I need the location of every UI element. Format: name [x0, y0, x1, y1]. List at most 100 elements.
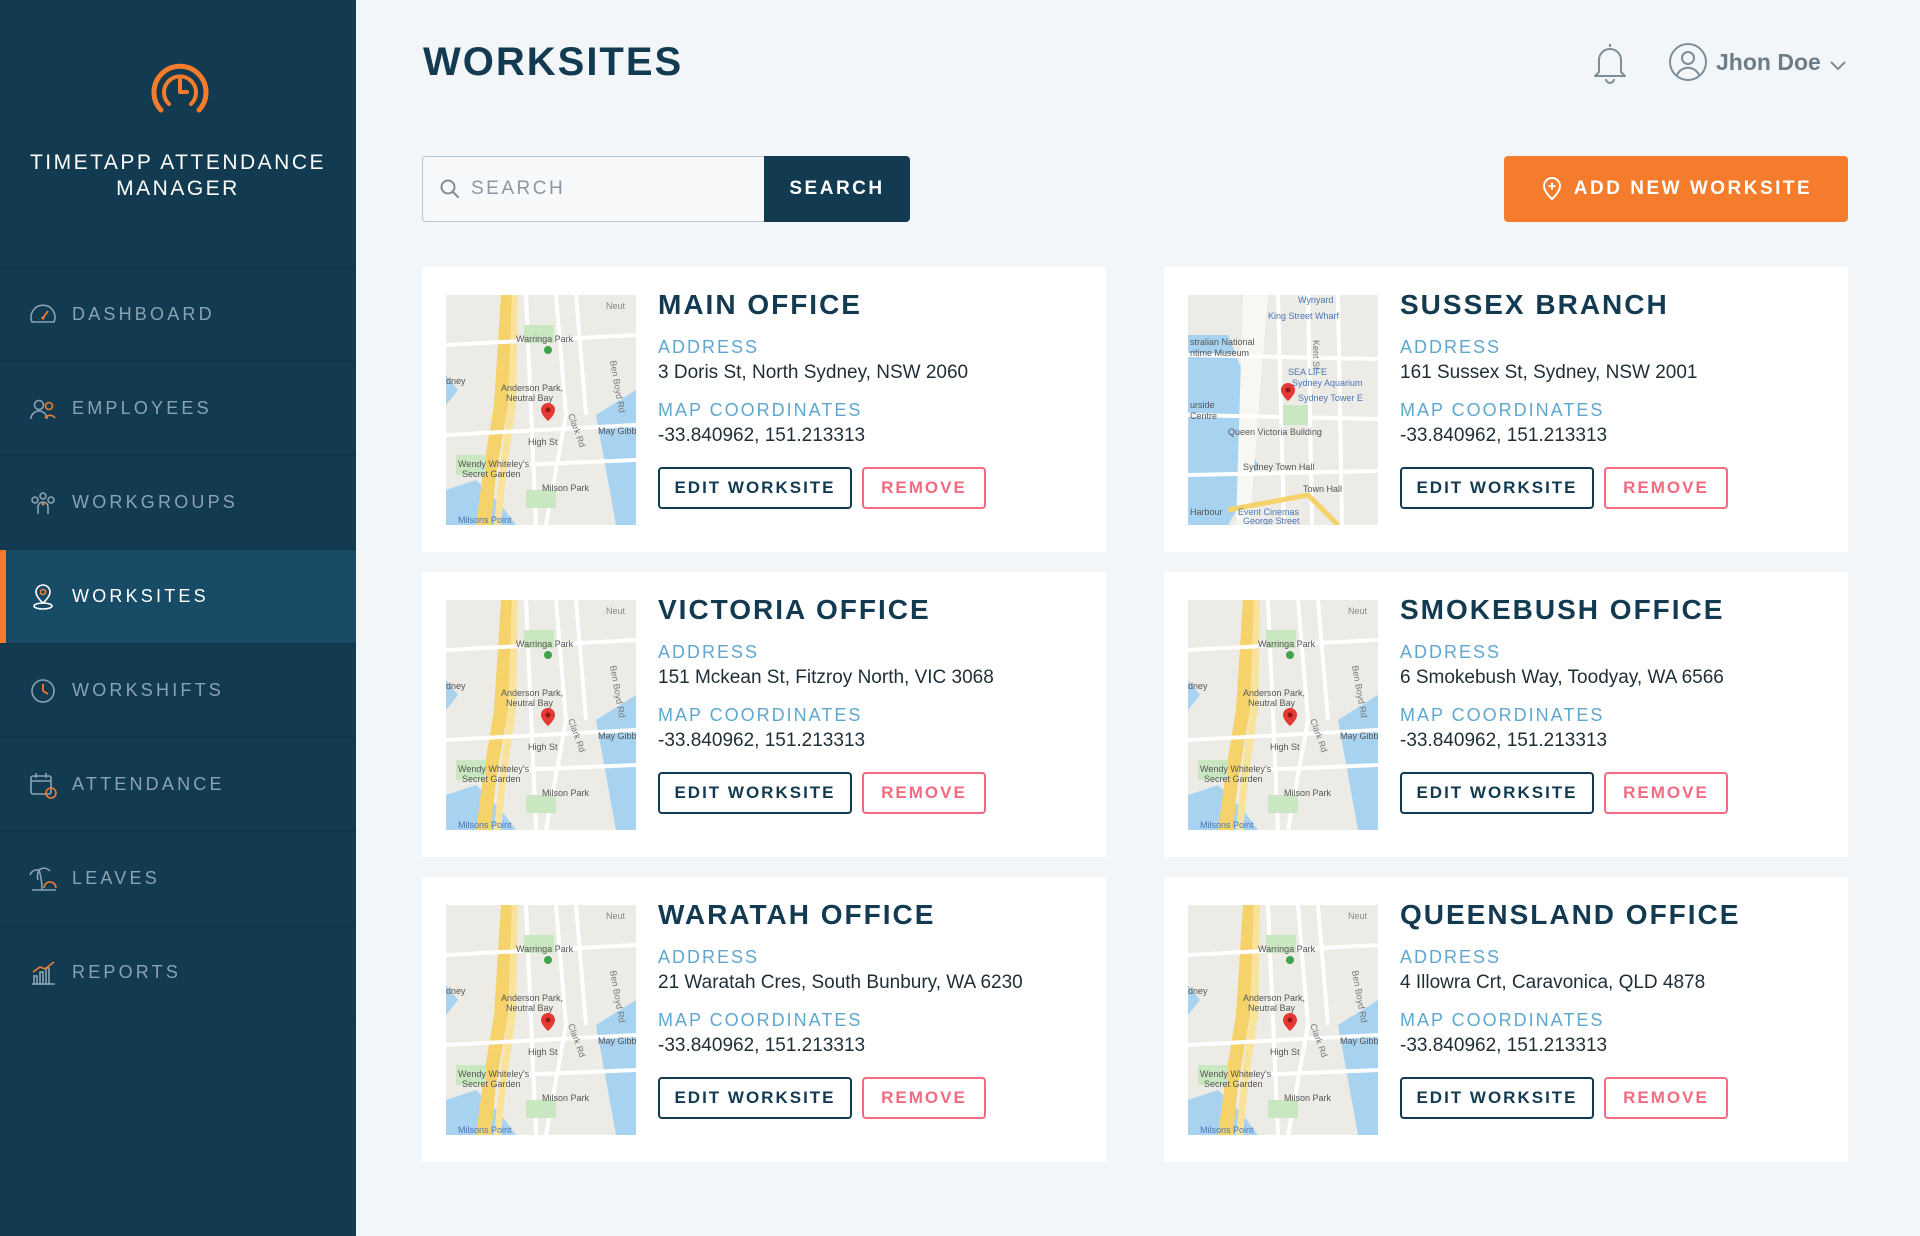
remove-worksite-button[interactable]: REMOVE — [862, 772, 986, 814]
map-label: Anderson Park, — [1243, 993, 1305, 1003]
edit-worksite-button[interactable]: EDIT WORKSITE — [658, 467, 852, 509]
attendance-icon — [28, 770, 58, 800]
sidebar-item-workshifts[interactable]: WORKSHIFTS — [0, 644, 356, 738]
sidebar-item-worksites[interactable]: WORKSITES — [0, 550, 356, 644]
address-value: 21 Waratah Cres, South Bunbury, WA 6230 — [658, 972, 1023, 993]
search-button[interactable]: SEARCH — [764, 156, 910, 222]
workgroups-icon — [28, 488, 58, 518]
worksite-details: SUSSEX BRANCH ADDRESS 161 Sussex St, Syd… — [1400, 289, 1728, 509]
sidebar: TIMETAPP ATTENDANCE MANAGER DASHBOARD EMP… — [0, 0, 356, 1236]
worksite-details: SMOKEBUSH OFFICE ADDRESS 6 Smokebush Way… — [1400, 594, 1728, 814]
edit-worksite-button[interactable]: EDIT WORKSITE — [1400, 1077, 1594, 1119]
map-label: May Gibb — [1340, 731, 1378, 741]
map-thumbnail[interactable]: Wynyard King Street Wharf stralian Natio… — [1188, 295, 1378, 525]
map-label: Neutral Bay — [1248, 1003, 1296, 1013]
sidebar-item-employees[interactable]: EMPLOYEES — [0, 362, 356, 456]
address-value: 151 Mckean St, Fitzroy North, VIC 3068 — [658, 667, 994, 688]
map-label: urside — [1190, 400, 1215, 410]
clock-logo-icon — [151, 63, 209, 113]
edit-worksite-button[interactable]: EDIT WORKSITE — [658, 772, 852, 814]
coordinates-value: -33.840962, 151.213313 — [658, 730, 866, 751]
map-thumbnail[interactable]: Neut Warringa Park Anderson Park, Neutra… — [1188, 600, 1378, 830]
map-thumbnail[interactable]: Neut Warringa Park Anderson Park, Neutra… — [1188, 905, 1378, 1135]
notification-bell-icon[interactable] — [1590, 40, 1630, 84]
map-label: Milson Park — [1284, 1093, 1332, 1103]
map-thumbnail[interactable]: Neut Warringa Park Anderson Park, Neutra… — [446, 295, 636, 525]
sidebar-item-label: ATTENDANCE — [72, 774, 225, 794]
map-label: Wendy Whiteley's — [1200, 764, 1272, 774]
map-label: Milsons Point — [458, 515, 512, 525]
edit-worksite-button[interactable]: EDIT WORKSITE — [1400, 467, 1594, 509]
map-label: Centre — [1190, 411, 1217, 421]
map-label: Secret Garden — [1204, 774, 1263, 784]
address-label: ADDRESS — [658, 947, 760, 967]
address-label: ADDRESS — [1400, 337, 1502, 357]
map-label: Kent St — [1311, 340, 1321, 370]
worksite-details: VICTORIA OFFICE ADDRESS 151 Mckean St, F… — [658, 594, 994, 814]
add-worksite-button[interactable]: ADD NEW WORKSITE — [1504, 156, 1848, 222]
map-label: George Street — [1243, 516, 1300, 525]
remove-worksite-button[interactable]: REMOVE — [1604, 1077, 1728, 1119]
address-label: ADDRESS — [1400, 642, 1502, 662]
search-box — [422, 156, 766, 222]
worksite-grid: Neut Warringa Park Anderson Park, Neutra… — [422, 267, 1848, 1162]
address-label: ADDRESS — [1400, 947, 1502, 967]
map-label: High St — [528, 437, 558, 447]
coordinates-label: MAP COORDINATES — [1400, 1010, 1605, 1030]
worksite-name: SMOKEBUSH OFFICE — [1400, 594, 1725, 625]
sidebar-item-workgroups[interactable]: WORKGROUPS — [0, 456, 356, 550]
coordinates-label: MAP COORDINATES — [658, 1010, 863, 1030]
sidebar-item-reports[interactable]: REPORTS — [0, 926, 356, 1020]
sidebar-item-label: LEAVES — [72, 868, 160, 888]
chevron-down-icon — [1830, 61, 1846, 71]
map-label: dney — [446, 986, 466, 996]
edit-worksite-button[interactable]: EDIT WORKSITE — [658, 1077, 852, 1119]
map-label: Milsons Point — [458, 820, 512, 830]
sidebar-item-leaves[interactable]: LEAVES — [0, 832, 356, 926]
map-label: Neut — [1348, 911, 1368, 921]
search-input[interactable] — [471, 178, 751, 200]
map-label: Warringa Park — [1258, 639, 1316, 649]
map-label: Sydney Tower E — [1298, 393, 1363, 403]
reports-icon — [28, 958, 58, 988]
dashboard-icon — [28, 300, 58, 330]
map-label: Neut — [1348, 606, 1368, 616]
map-label: dney — [446, 376, 466, 386]
add-worksite-label: ADD NEW WORKSITE — [1573, 178, 1813, 199]
worksite-card: Neut Warringa Park Anderson Park, Neutra… — [1164, 572, 1848, 857]
map-label: Milsons Point — [458, 1125, 512, 1135]
map-label: Neutral Bay — [506, 393, 554, 403]
worksite-card: Neut Warringa Park Anderson Park, Neutra… — [422, 877, 1106, 1162]
user-menu[interactable]: Jhon Doe — [1668, 40, 1847, 84]
map-label: Milson Park — [542, 1093, 590, 1103]
remove-worksite-button[interactable]: REMOVE — [1604, 467, 1728, 509]
address-label: ADDRESS — [658, 642, 760, 662]
map-label: Warringa Park — [516, 944, 574, 954]
map-thumbnail[interactable]: Neut Warringa Park Anderson Park, Neutra… — [446, 905, 636, 1135]
map-label: Neut — [606, 911, 626, 921]
leaves-icon — [28, 864, 58, 894]
map-label: ritime Museum — [1190, 348, 1249, 358]
remove-worksite-button[interactable]: REMOVE — [862, 467, 986, 509]
map-label: High St — [528, 742, 558, 752]
card-actions: EDIT WORKSITE REMOVE — [658, 1077, 1023, 1119]
edit-worksite-button[interactable]: EDIT WORKSITE — [1400, 772, 1594, 814]
map-label: Sydney Aquarium — [1292, 378, 1363, 388]
sidebar-item-label: DASHBOARD — [72, 304, 215, 324]
remove-worksite-button[interactable]: REMOVE — [862, 1077, 986, 1119]
sidebar-item-attendance[interactable]: ATTENDANCE — [0, 738, 356, 832]
map-label: Wendy Whiteley's — [458, 459, 530, 469]
worksites-icon — [28, 582, 58, 612]
map-label: High St — [1270, 1047, 1300, 1057]
worksite-name: MAIN OFFICE — [658, 289, 862, 320]
map-label: dney — [1188, 681, 1208, 691]
map-label: Wendy Whiteley's — [1200, 1069, 1272, 1079]
map-label: May Gibb — [1340, 1036, 1378, 1046]
map-label: Sydney Town Hall — [1243, 462, 1314, 472]
map-label: dney — [1188, 986, 1208, 996]
remove-worksite-button[interactable]: REMOVE — [1604, 772, 1728, 814]
user-avatar-icon — [1669, 43, 1707, 81]
map-thumbnail[interactable]: Neut Warringa Park Anderson Park, Neutra… — [446, 600, 636, 830]
map-label: Neutral Bay — [506, 698, 554, 708]
sidebar-item-dashboard[interactable]: DASHBOARD — [0, 268, 356, 362]
